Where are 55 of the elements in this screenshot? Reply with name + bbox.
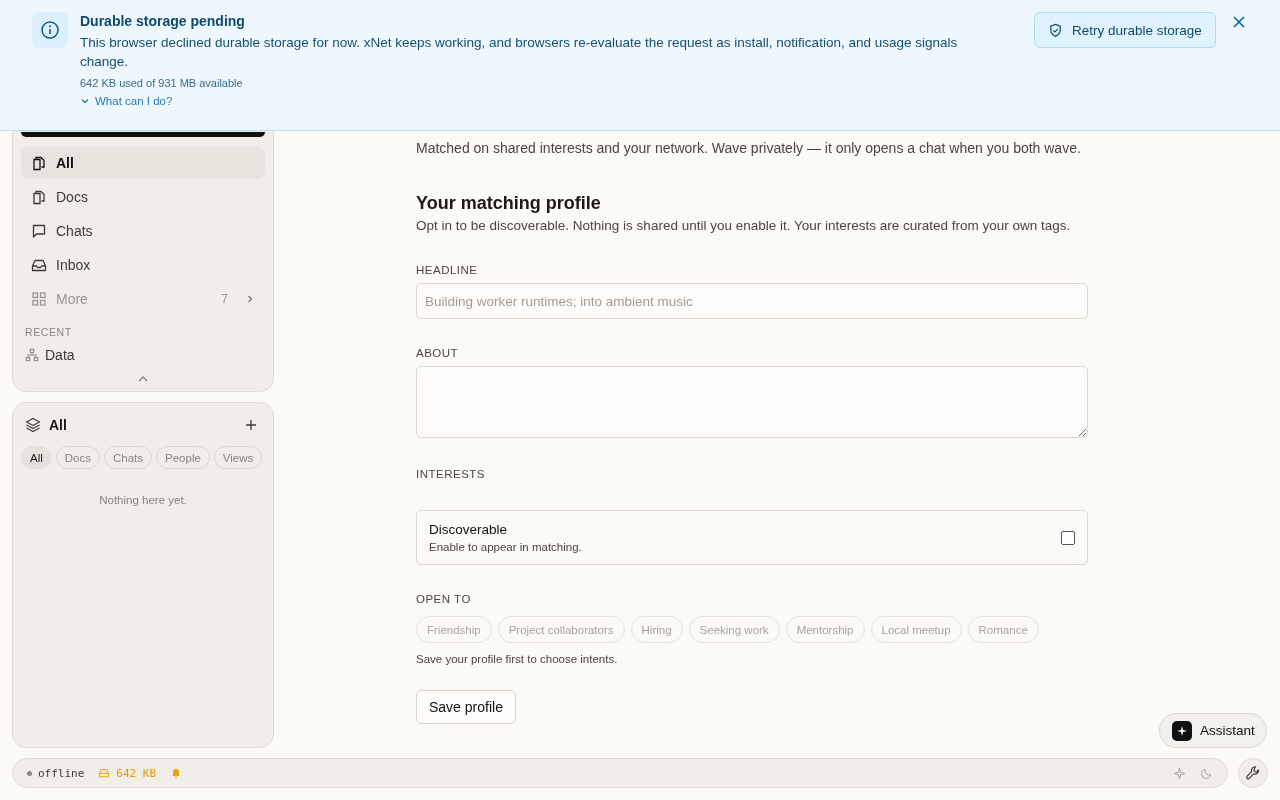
nav-item[interactable]: Inbox <box>21 249 265 281</box>
status-dot <box>27 770 32 776</box>
assistant-button[interactable]: Assistant <box>1159 713 1267 748</box>
section-heading: RECENT <box>25 326 73 338</box>
headline-field[interactable]: Building worker runtimes; into ambient music <box>416 283 1088 319</box>
page-subtitle: Matched on shared interests and your network. Wave privately — it only opens a chat when you both wave. <box>416 139 1081 158</box>
card-title: Discoverable <box>429 522 508 537</box>
retry-button[interactable]: Retry durable storage <box>1034 12 1216 48</box>
card-description: Enable to appear in matching. <box>429 541 582 553</box>
banner-message: This browser declined durable storage for now. xNet keeps working, and browsers re-evaluate the request as install, notification, and usage signals change. <box>80 34 959 71</box>
storage-icon <box>98 768 111 778</box>
connection-status: offline <box>38 766 85 780</box>
shield-check-icon <box>1048 22 1063 38</box>
section-heading: Your matching profile <box>416 192 601 215</box>
field-label: ABOUT <box>416 347 459 359</box>
recent-item[interactable]: Data <box>25 347 75 363</box>
count: 7 <box>221 292 228 306</box>
save-button[interactable]: Save profile <box>416 690 516 724</box>
about-field[interactable] <box>416 366 1088 438</box>
hierarchy-icon <box>25 348 39 362</box>
layers-icon <box>25 417 41 433</box>
close-icon[interactable] <box>1231 15 1246 29</box>
nav-item[interactable]: Chats <box>21 215 265 247</box>
chevron-up-icon[interactable] <box>137 375 149 383</box>
inbox-icon <box>31 257 47 273</box>
chevron-down-icon <box>80 96 90 106</box>
grid-icon <box>31 291 47 307</box>
info-icon <box>32 12 68 48</box>
wrench-icon <box>1245 765 1261 781</box>
filter-chip[interactable]: All <box>21 446 52 469</box>
section-description: Opt in to be discoverable. Nothing is shared until you enable it. Your interests are curated from your own tags. <box>416 217 1071 235</box>
documents-icon <box>31 189 47 205</box>
tools-button[interactable] <box>1238 758 1268 788</box>
help-link[interactable]: What can I do? <box>80 95 173 107</box>
discoverable-checkbox[interactable] <box>1061 530 1075 545</box>
documents-icon <box>31 155 47 171</box>
sparkle-icon <box>1172 720 1192 741</box>
sparkle-icon[interactable] <box>1173 766 1186 780</box>
plus-icon[interactable] <box>245 419 257 431</box>
field-label: HEADLINE <box>416 264 478 276</box>
storage-usage: 642 KB used of 931 MB available <box>80 77 243 89</box>
nav-item[interactable]: Docs <box>21 181 265 213</box>
hint-text: Save your profile first to choose intents. <box>416 653 618 665</box>
chevron-right-icon <box>245 294 255 304</box>
storage-usage: 642 KB <box>116 766 157 780</box>
moon-icon[interactable] <box>1200 766 1213 780</box>
panel-title: All <box>49 417 68 433</box>
nav-item[interactable]: More 7 <box>21 283 265 315</box>
empty-message: Nothing here yet. <box>98 494 188 506</box>
chat-bubble-icon <box>31 223 47 239</box>
banner-title: Durable storage pending <box>80 13 245 29</box>
field-label: OPEN TO <box>416 593 471 605</box>
bell-icon[interactable] <box>170 767 183 779</box>
nav-item[interactable]: All <box>21 147 265 179</box>
field-label: INTERESTS <box>416 468 486 480</box>
